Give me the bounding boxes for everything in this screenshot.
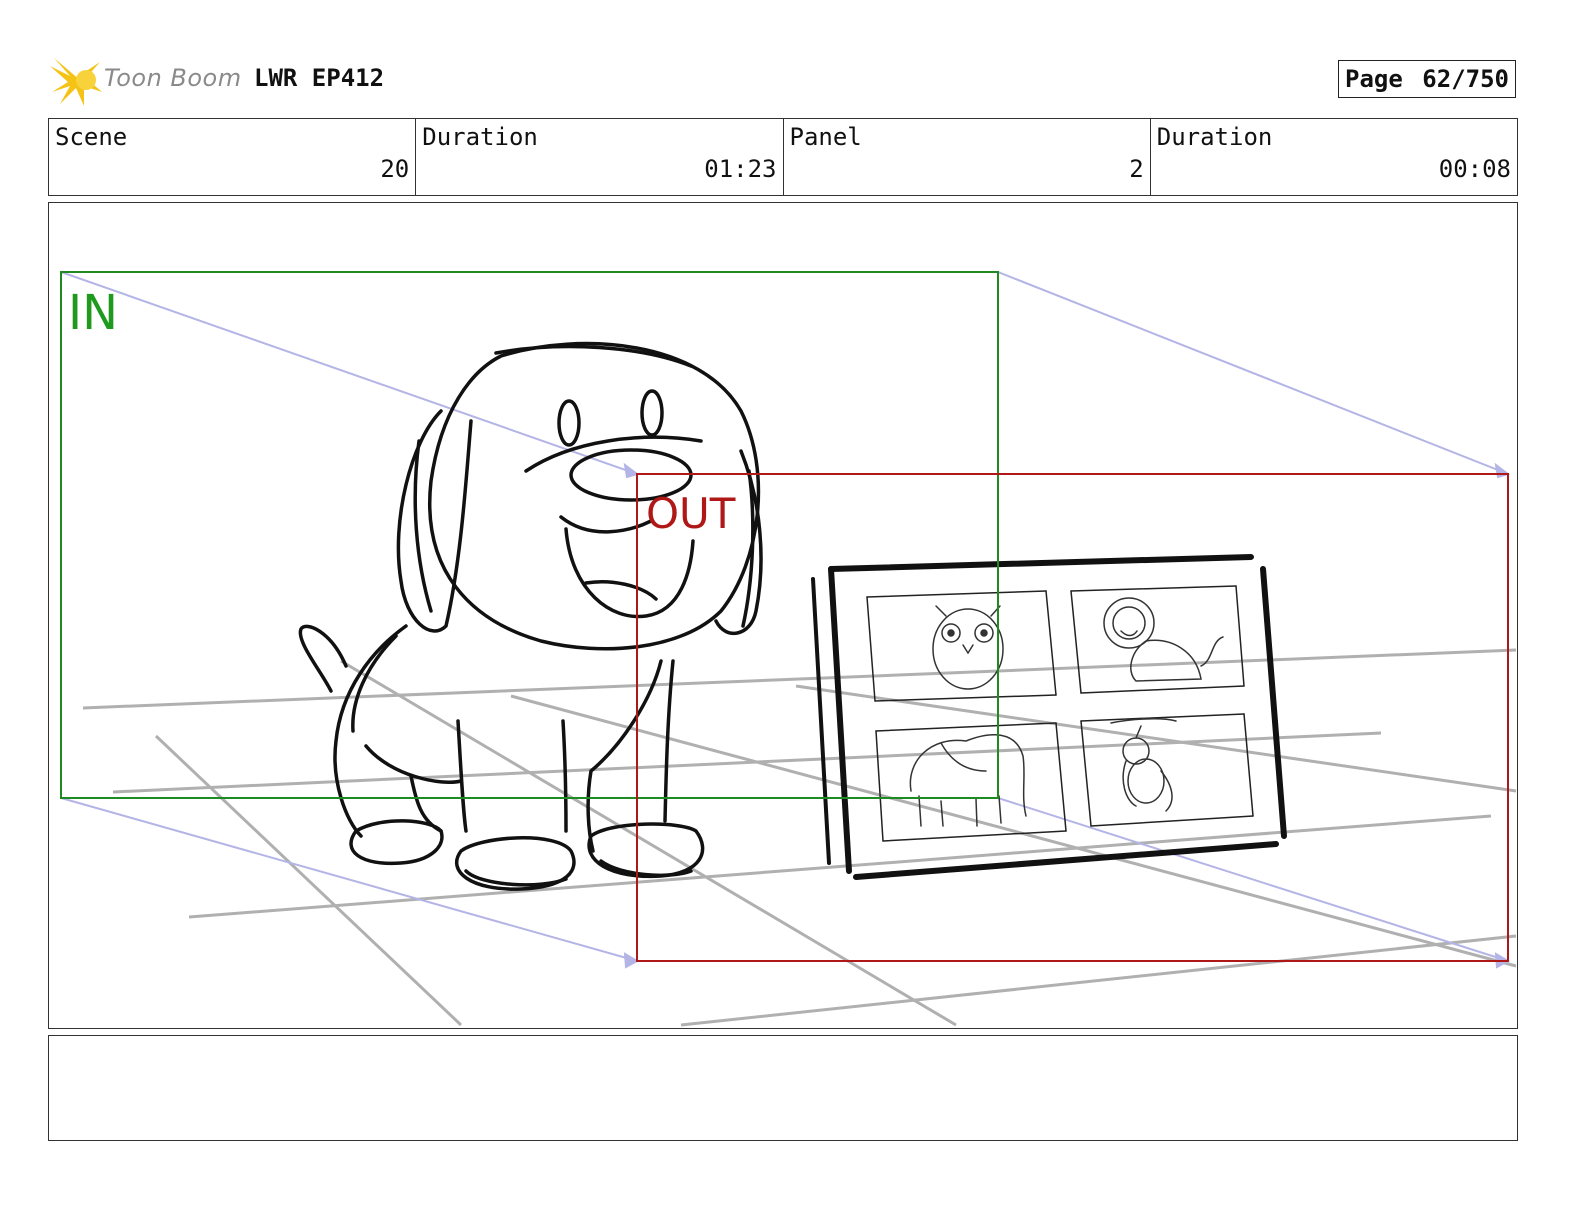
panel-duration-value: 00:08 bbox=[1438, 155, 1511, 183]
scene-label: Scene bbox=[55, 123, 128, 151]
dog-sketch bbox=[298, 341, 763, 891]
panel-value: 2 bbox=[1129, 155, 1144, 183]
panel-notes-box[interactable] bbox=[48, 1035, 1518, 1141]
camera-in-frame[interactable] bbox=[60, 271, 999, 799]
page-number: 62/750 bbox=[1422, 65, 1509, 93]
elephant-drawing bbox=[909, 734, 1027, 827]
logo-text: Toon Boom bbox=[104, 64, 242, 92]
scene-info-row: Scene 20 Duration 01:23 Panel 2 Duration… bbox=[48, 118, 1518, 196]
panel-drawing: IN OUT bbox=[60, 271, 1517, 1027]
camera-out-frame[interactable] bbox=[636, 473, 1509, 962]
scene-duration-label: Duration bbox=[422, 123, 538, 151]
floor-grid bbox=[82, 648, 1517, 1027]
panel-duration-cell: Duration 00:08 bbox=[1151, 119, 1517, 195]
scene-cell: Scene 20 bbox=[49, 119, 417, 195]
scene-value: 20 bbox=[380, 155, 410, 183]
project-title: LWR EP412 bbox=[254, 64, 385, 92]
panel-cell: Panel 2 bbox=[784, 119, 1151, 195]
panel-label: Panel bbox=[789, 123, 862, 151]
toon-boom-star-icon bbox=[50, 58, 102, 106]
owl-drawing bbox=[932, 605, 1004, 690]
lion-drawing bbox=[1103, 597, 1224, 682]
panel-duration-label: Duration bbox=[1156, 123, 1273, 151]
picture-frame-sketch bbox=[811, 554, 1287, 880]
scene-duration-cell: Duration 01:23 bbox=[416, 119, 784, 195]
scene-duration-value: 01:23 bbox=[704, 155, 777, 183]
camera-in-label: IN bbox=[68, 285, 118, 341]
page-label: Page bbox=[1345, 65, 1403, 93]
storyboard-panel[interactable]: IN OUT bbox=[48, 202, 1518, 1029]
page-indicator: Page 62/750 bbox=[1338, 60, 1516, 98]
camera-motion-lines bbox=[60, 271, 1511, 969]
camera-out-label: OUT bbox=[646, 489, 736, 538]
